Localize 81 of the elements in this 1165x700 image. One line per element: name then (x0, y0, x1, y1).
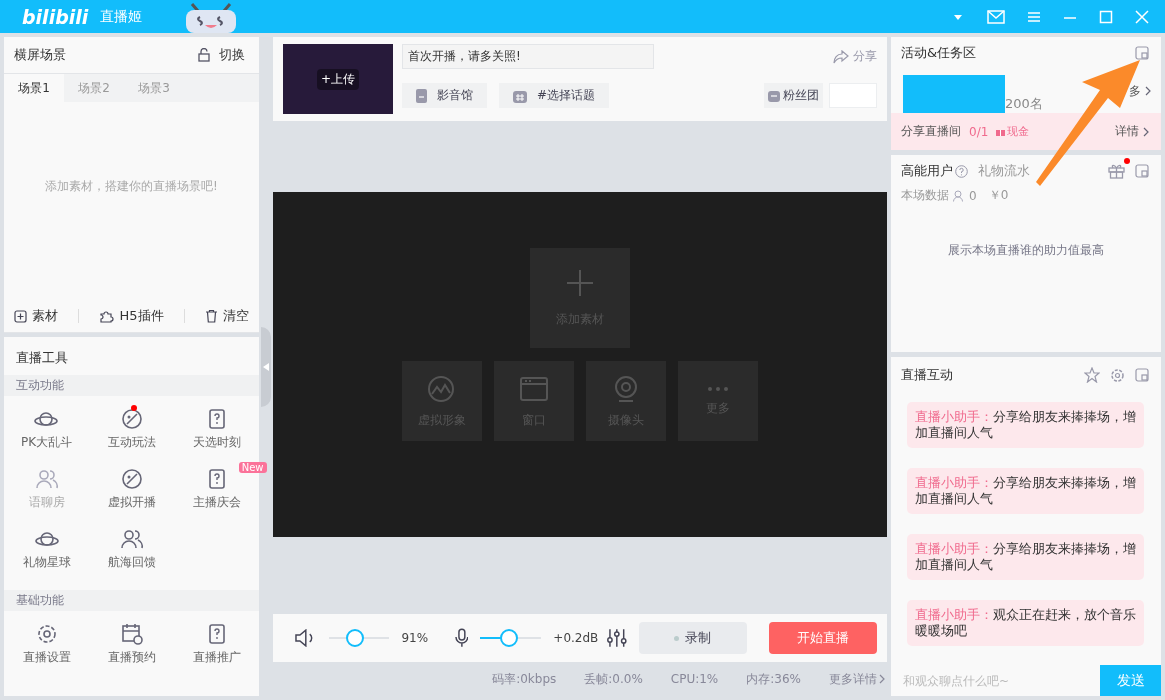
task-label: 分享直播间 (901, 123, 961, 140)
share-icon (833, 49, 849, 64)
tag-button[interactable]: 影音馆 (402, 83, 487, 108)
title-input-field[interactable]: 首次开播，请多关照! (402, 44, 654, 69)
panel-title: 直播互动 (901, 366, 953, 384)
mic-reading: +0.2dB (553, 631, 596, 645)
panel-title: 直播工具 (15, 349, 69, 367)
tool-button[interactable]: 虚拟开播 (107, 466, 156, 516)
tool-button[interactable]: 天选时刻 (192, 406, 241, 456)
collapse-handle[interactable] (261, 326, 271, 407)
lock-icon (197, 48, 211, 62)
section-header: 互动功能 (4, 375, 259, 396)
panel-title: 活动&任务区 (901, 44, 977, 62)
tool-button[interactable]: 航海回馈 (107, 526, 156, 576)
scene-action-button[interactable]: H5插件 (99, 307, 164, 325)
more-icon (707, 385, 729, 392)
cover-image-placeholder[interactable]: +上传 (283, 44, 393, 114)
tool-button[interactable]: 互动玩法 (107, 406, 156, 456)
status-text: 码率:0kbps (492, 670, 557, 688)
task-counter-text: 0/1 (969, 124, 989, 139)
plus-icon (14, 309, 28, 323)
mail-icon[interactable] (987, 9, 1005, 24)
record-button[interactable]: 录制 (639, 622, 747, 654)
chat-message: 直播小助手：分享给朋友来捧捧场，增加直播间人气 (907, 402, 1144, 448)
popout-icon[interactable] (1135, 46, 1149, 60)
stats-label: 本场数据 (901, 187, 949, 204)
empty-hint: 添加素材，搭建你的直播场景吧! (45, 177, 218, 195)
fan-club-button[interactable]: 粉丝团 (764, 83, 823, 108)
help-icon[interactable] (955, 164, 968, 178)
star-icon[interactable] (1084, 367, 1100, 383)
slider-thumb[interactable] (500, 629, 519, 647)
status-text: CPU:1% (670, 672, 719, 686)
slider-thumb[interactable] (346, 629, 365, 647)
trash-icon (204, 309, 218, 323)
revenue-amount: ￥0 (988, 187, 1009, 204)
tag-button[interactable]: #选择话题 (499, 83, 610, 108)
tool-button[interactable]: 直播预约 (107, 621, 156, 671)
user-icon (953, 189, 965, 202)
app-name: 直播姬 (100, 7, 143, 26)
section-header: 基础功能 (4, 590, 259, 611)
chevron-right-icon (1145, 86, 1151, 96)
scene-tab[interactable]: 场景1 (4, 74, 64, 102)
microphone-icon[interactable] (454, 628, 469, 648)
tool-button[interactable]: 主播庆会 (192, 466, 241, 516)
app-logo: bilibili (22, 5, 89, 28)
chat-message: 直播小助手：观众正在赶来，放个音乐暖暖场吧 (907, 600, 1144, 646)
menu-icon[interactable] (1027, 9, 1041, 24)
upload-label: +上传 (316, 68, 360, 90)
task-reward: 现金 (996, 124, 1030, 139)
details-link[interactable]: 详情 (1115, 123, 1149, 140)
panel-title: 横屏场景 (14, 46, 66, 64)
status-text: 内存:36% (746, 670, 801, 688)
hashtag-icon (513, 88, 527, 103)
mixer-icon[interactable] (607, 628, 627, 648)
new-badge: New (238, 462, 267, 473)
chat-message: 直播小助手：分享给朋友来捧捧场，增加直播间人气 (907, 534, 1144, 580)
switch-button[interactable]: 切换 (197, 46, 245, 64)
scene-action-button[interactable]: 素材 (14, 307, 59, 325)
popout-icon[interactable] (1135, 368, 1149, 382)
chevron-right-icon (879, 674, 885, 684)
collapse-icon (263, 362, 269, 371)
tv-icon (768, 89, 780, 102)
book-icon (416, 88, 427, 103)
scene-action-button[interactable]: 清空 (204, 307, 249, 325)
tool-button[interactable]: 直播推广 (192, 621, 241, 671)
tool-button[interactable]: PK大乱斗 (20, 406, 73, 456)
rank-text: 200名 (1005, 95, 1043, 113)
chevron-right-icon (1143, 126, 1149, 137)
maximize-icon[interactable] (1099, 9, 1113, 24)
plus-icon (566, 268, 594, 297)
chat-message: 直播小助手：分享给朋友来捧捧场，增加直播间人气 (907, 468, 1144, 514)
status-text: 丢帧:0.0% (584, 670, 643, 688)
tool-button[interactable]: 礼物星球 (22, 526, 71, 576)
settings-icon[interactable] (1110, 367, 1125, 383)
volume-reading: 91% (401, 631, 430, 645)
ranking-tab[interactable]: 高能用户 (901, 162, 953, 180)
popout-icon[interactable] (1135, 164, 1149, 178)
close-icon[interactable] (1135, 9, 1149, 24)
tool-button[interactable]: 直播设置 (22, 621, 71, 671)
empty-hint: 展示本场直播谁的助力值最高 (948, 242, 1104, 259)
viewer-count: 0 (969, 188, 977, 203)
